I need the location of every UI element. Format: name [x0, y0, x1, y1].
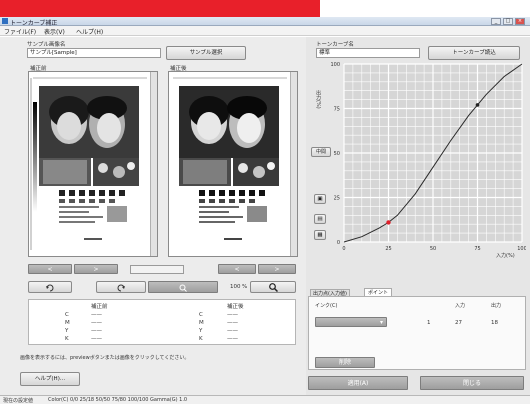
brand-banner: [0, 0, 320, 17]
table-row-before: ——: [91, 336, 102, 342]
point-input-value[interactable]: 27: [455, 320, 462, 326]
y-tick-label: 100: [330, 62, 340, 68]
x-tick-label: 100: [517, 246, 526, 252]
title-bar: トーンカーブ補正 _ □ ×: [0, 17, 530, 27]
tone-curve-label: トーンカーブ名: [316, 42, 354, 48]
rotate-left-button[interactable]: [28, 281, 72, 293]
table-row-key: K: [199, 336, 203, 342]
status-text: Color(C) 0/0 25/18 50/50 75/80 100/100 G…: [48, 397, 188, 403]
output-header: 出力: [491, 303, 502, 309]
before-preview[interactable]: [28, 71, 158, 257]
point-tabs: 出力点(入力値) ポイント: [308, 288, 528, 298]
zoom-in-icon: [268, 283, 278, 293]
after-sample-image: [169, 72, 297, 256]
copy-curve-button[interactable]: ▤: [314, 214, 326, 224]
zoom-in-button[interactable]: [250, 281, 296, 293]
rotate-left-icon: [46, 284, 54, 292]
ink-label: インク(C): [315, 303, 338, 309]
after-scrollbar[interactable]: [290, 72, 297, 256]
table-row-after: ——: [227, 320, 238, 326]
menu-file[interactable]: ファイル(F): [4, 27, 36, 36]
edit-point-button[interactable]: ▣: [314, 194, 326, 204]
table-row-before: ——: [91, 312, 102, 318]
input-header: 入力: [455, 303, 466, 309]
x-tick-label: 0: [342, 246, 345, 252]
cancel-button[interactable]: 閉じる: [420, 376, 524, 390]
app-icon: [2, 18, 8, 24]
graph-x-ticks: 0 25 50 75 100: [342, 246, 526, 252]
help-button[interactable]: ヘルプ(H)...: [20, 372, 80, 386]
grid-icon: ▦: [317, 232, 323, 238]
table-row-key: C: [65, 312, 69, 318]
sample-label: サンプル画像名: [27, 42, 66, 48]
zoom-unit: %: [242, 284, 248, 290]
point-output-value[interactable]: 18: [491, 320, 498, 326]
close-button[interactable]: ×: [515, 18, 525, 25]
edit-icon: ▣: [317, 196, 323, 202]
tab-point[interactable]: ポイント: [364, 288, 393, 296]
menu-view[interactable]: 表示(V): [44, 27, 65, 36]
before-next-button[interactable]: >: [74, 264, 118, 274]
y-tick-label: 75: [334, 107, 340, 113]
chevron-down-icon: ▾: [379, 319, 383, 326]
x-tick-label: 50: [430, 246, 436, 252]
zoom-out-icon: [179, 284, 187, 292]
before-scrollbar[interactable]: [150, 72, 157, 256]
after-preview[interactable]: [168, 71, 298, 257]
table-row-after: ——: [227, 312, 238, 318]
after-next-button[interactable]: >: [258, 264, 296, 274]
y-tick-label: 25: [334, 196, 340, 202]
instruction-note: 画像を表示するには、previewボタンまたは画像をクリックしてください。: [20, 355, 190, 361]
page-field[interactable]: [130, 265, 184, 274]
grid-toggle-button[interactable]: ▦: [314, 230, 326, 240]
copy-icon: ▤: [317, 216, 323, 222]
table-row-after: ——: [227, 336, 238, 342]
y-tick-label: 50: [334, 151, 340, 157]
point-panel: インク(C) 入力 出力 ▾ 1 27 18 削除: [308, 296, 526, 370]
maximize-button[interactable]: □: [503, 18, 513, 25]
menu-help[interactable]: ヘルプ(H): [76, 27, 103, 36]
sample-name-field[interactable]: サンプル[Sample]: [27, 48, 161, 58]
density-table: 補正前 補正後 C —— C —— M —— M —— Y —— Y —— K …: [28, 299, 296, 345]
delete-point-button[interactable]: 削除: [315, 357, 375, 368]
rotate-right-button[interactable]: [96, 281, 146, 293]
y-tick-label: 0: [337, 240, 340, 246]
tone-curve-graph[interactable]: 100 75 50 25 0 0 25 50 75 100: [330, 58, 526, 262]
table-row-key: K: [65, 336, 69, 342]
zoom-out-button[interactable]: [148, 281, 218, 293]
table-row-before: ——: [91, 328, 102, 334]
point-index: 1: [427, 320, 431, 326]
curve-control-point[interactable]: [386, 220, 391, 225]
table-row-key: M: [65, 320, 70, 326]
table-row-after: ——: [227, 328, 238, 334]
tone-curve-name-field[interactable]: 標準: [316, 48, 420, 58]
ink-select[interactable]: ▾: [315, 317, 387, 327]
graph-y-axis-label: 出力(%): [315, 90, 321, 109]
minimize-button[interactable]: _: [491, 18, 501, 25]
sample-select-button[interactable]: サンプル選択: [166, 46, 246, 60]
x-tick-label: 25: [385, 246, 391, 252]
table-header-before: 補正前: [91, 304, 108, 310]
status-label: 現在の設定値: [3, 398, 34, 404]
after-prev-button[interactable]: <: [218, 264, 256, 274]
graph-gridlines: [343, 63, 523, 243]
graph-y-ticks: 100 75 50 25 0: [330, 62, 340, 246]
table-row-key: C: [199, 312, 203, 318]
table-header-after: 補正後: [227, 304, 244, 310]
zoom-value: 100: [230, 284, 241, 290]
table-row-before: ——: [91, 320, 102, 326]
before-prev-button[interactable]: <: [28, 264, 72, 274]
menu-bar: ファイル(F) 表示(V) ヘルプ(H): [0, 26, 530, 36]
x-tick-label: 75: [474, 246, 480, 252]
curve-control-point[interactable]: [475, 103, 480, 107]
table-row-key: M: [199, 320, 204, 326]
mid-button[interactable]: 中間: [311, 147, 331, 157]
rotate-right-icon: [117, 284, 125, 292]
table-row-key: Y: [199, 328, 203, 334]
apply-button[interactable]: 適用(A): [308, 376, 408, 390]
before-sample-image: [29, 72, 157, 256]
status-bar: 現在の設定値 Color(C) 0/0 25/18 50/50 75/80 10…: [0, 395, 530, 404]
table-row-key: Y: [65, 328, 69, 334]
